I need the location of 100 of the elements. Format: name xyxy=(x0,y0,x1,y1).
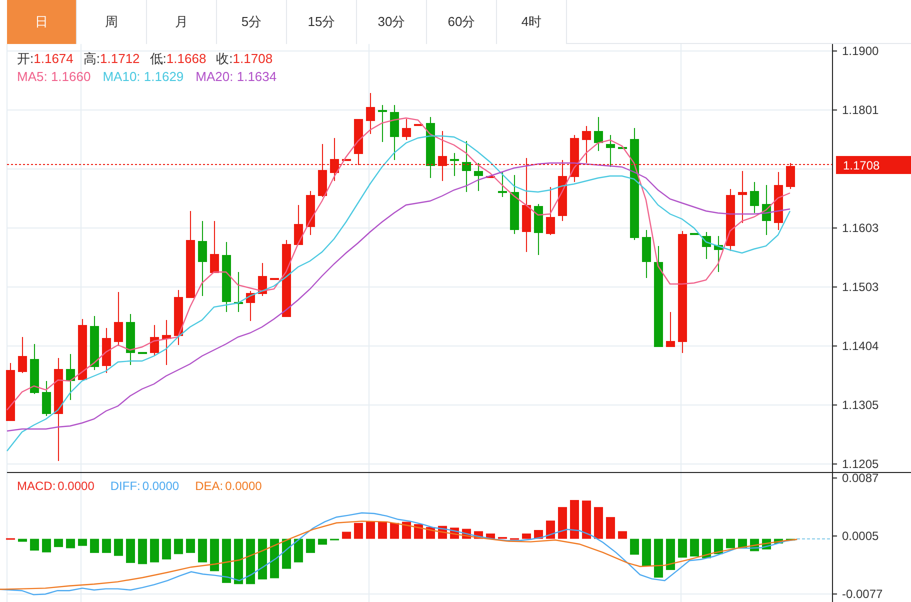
candlestick xyxy=(174,290,183,346)
histogram-bar xyxy=(186,538,195,553)
histogram-bar xyxy=(606,517,615,539)
price-tick-label: 1.1305 xyxy=(842,398,879,412)
candlestick xyxy=(774,172,783,230)
histogram-bar xyxy=(354,522,363,539)
price-tick-label: 1.1900 xyxy=(842,44,879,58)
histogram-bar xyxy=(630,538,639,555)
candlestick xyxy=(462,140,471,192)
histogram-bar xyxy=(582,500,591,539)
candlestick xyxy=(354,118,363,166)
candlestick xyxy=(246,290,255,322)
timeframe-tab[interactable]: 15分 xyxy=(287,0,357,44)
quote-value: 高:1.1712 xyxy=(83,51,140,67)
price-tick-label: 1.1503 xyxy=(842,280,879,294)
candlestick xyxy=(366,92,375,134)
histogram-bar xyxy=(546,520,555,539)
histogram-bar xyxy=(558,507,567,539)
candlestick xyxy=(606,134,615,168)
candlestick xyxy=(498,172,507,198)
candlestick xyxy=(330,138,339,182)
histogram-bar xyxy=(234,538,243,584)
candlestick xyxy=(594,116,603,152)
candlestick xyxy=(750,182,759,214)
histogram-bar xyxy=(42,538,51,552)
histogram-bar xyxy=(66,538,75,548)
candlestick xyxy=(150,324,159,356)
candlestick xyxy=(714,236,723,272)
histogram-bar xyxy=(666,538,675,570)
candlestick xyxy=(126,314,135,366)
timeframe-tab[interactable]: 月 xyxy=(147,0,217,44)
candlestick xyxy=(642,230,651,278)
histogram-bar xyxy=(690,538,699,556)
candlestick xyxy=(30,344,39,394)
candlestick xyxy=(450,152,459,176)
histogram-bar xyxy=(402,522,411,539)
histogram-bar xyxy=(594,507,603,539)
histogram-bar xyxy=(378,522,387,539)
moving-average-value: MA5: 1.1660 xyxy=(17,69,91,85)
histogram-bar xyxy=(522,534,531,539)
candlestick xyxy=(6,362,15,422)
histogram-bar xyxy=(54,538,63,548)
histogram-bar xyxy=(30,538,39,551)
quote-value: 收:1.1708 xyxy=(216,51,273,67)
candlestick xyxy=(690,232,699,235)
histogram-bar xyxy=(90,538,99,553)
indicator-value: MACD: 0.0000 xyxy=(17,478,94,494)
histogram-bar xyxy=(258,538,267,580)
timeframe-tab[interactable]: 30分 xyxy=(357,0,427,44)
candlestick xyxy=(138,352,147,354)
timeframe-tab[interactable]: 4时 xyxy=(497,0,567,44)
candlestick xyxy=(618,146,627,149)
candlestick xyxy=(258,262,267,296)
indicator-value: DEA: 0.0000 xyxy=(195,478,262,494)
histogram-bar xyxy=(150,538,159,562)
histogram-bar xyxy=(102,538,111,553)
histogram-bar xyxy=(282,538,291,569)
candlestick xyxy=(414,124,423,126)
candlestick xyxy=(390,104,399,160)
histogram-bar xyxy=(210,538,219,572)
candlestick xyxy=(510,174,519,234)
candlestick xyxy=(342,158,351,161)
moving-average-value: MA10: 1.1629 xyxy=(102,69,184,85)
indicator-tick-label: 0.0087 xyxy=(842,471,879,485)
candlestick xyxy=(666,312,675,348)
histogram-bar xyxy=(126,538,135,563)
zero-line xyxy=(796,538,832,540)
candlestick xyxy=(486,176,495,178)
histogram-bar xyxy=(678,538,687,558)
timeframe-tab[interactable]: 60分 xyxy=(427,0,497,44)
price-tick-label: 1.1404 xyxy=(842,339,879,353)
timeframe-tab[interactable]: 5分 xyxy=(217,0,287,44)
histogram-bar xyxy=(162,538,171,560)
candlestick xyxy=(534,204,543,256)
candlestick xyxy=(66,354,75,400)
histogram-bar xyxy=(318,538,327,545)
histogram-bar xyxy=(294,538,303,562)
candlestick xyxy=(162,320,171,366)
candlestick xyxy=(78,318,87,380)
price-tick-label: 1.1801 xyxy=(842,103,879,117)
candlestick xyxy=(762,184,771,236)
timeframe-tab[interactable]: 周 xyxy=(77,0,147,44)
histogram-bar xyxy=(114,538,123,556)
candlestick xyxy=(558,160,567,222)
histogram-bar xyxy=(618,531,627,539)
candlestick xyxy=(18,336,27,374)
histogram-bar xyxy=(174,538,183,554)
price-tick-label: 1.1603 xyxy=(842,221,879,235)
histogram-bar xyxy=(654,538,663,578)
candlestick xyxy=(222,242,231,312)
histogram-bar xyxy=(486,534,495,539)
histogram-bar xyxy=(642,538,651,566)
candlestick xyxy=(90,316,99,370)
histogram-bar xyxy=(246,538,255,584)
histogram-bar xyxy=(342,532,351,539)
candlestick xyxy=(738,170,747,224)
candlestick xyxy=(378,104,387,142)
candlestick xyxy=(210,220,219,274)
candlestick xyxy=(546,186,555,236)
histogram-bar xyxy=(78,538,87,546)
